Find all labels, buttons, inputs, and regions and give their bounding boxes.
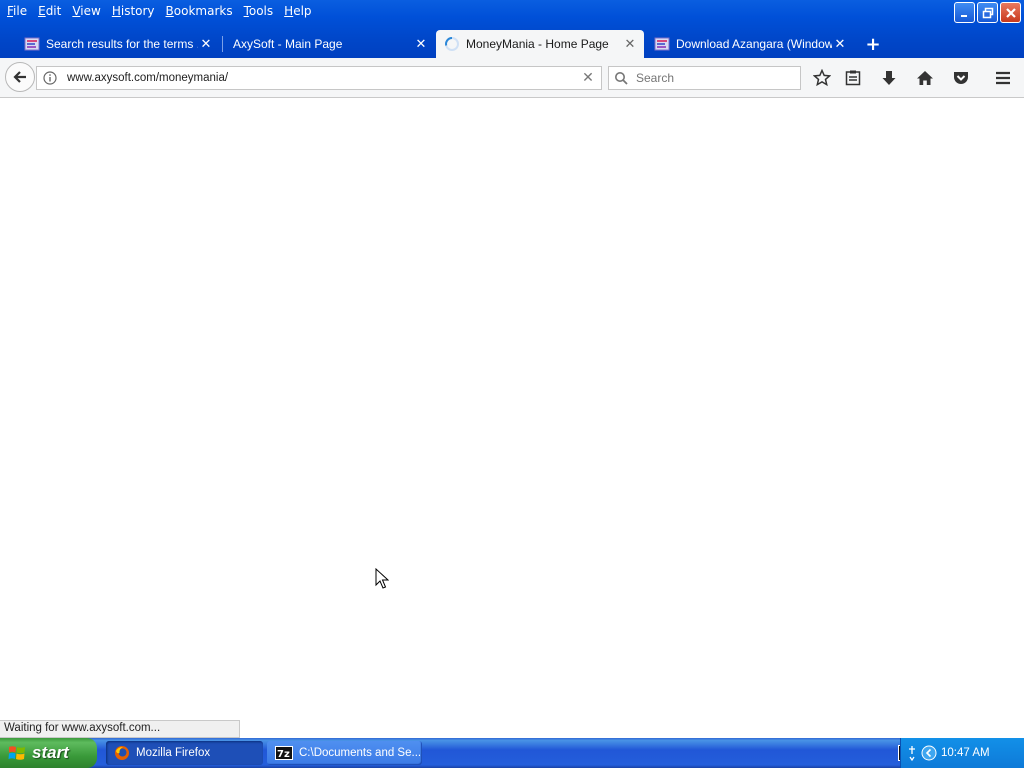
- pocket-icon: [954, 72, 968, 84]
- downloads-button[interactable]: [879, 68, 899, 88]
- clipboard-icon: [845, 70, 861, 86]
- tab-close-button[interactable]: ✕: [832, 37, 848, 52]
- taskbar: start Mozilla Firefox 7z C:\Documents an…: [0, 738, 1024, 768]
- star-icon: [813, 69, 831, 87]
- restore-icon: [982, 7, 993, 18]
- 7zip-icon: 7z: [275, 746, 293, 760]
- navigation-toolbar: www.axysoft.com/moneymania/ ✕: [0, 58, 1024, 98]
- taskbar-item-firefox[interactable]: Mozilla Firefox: [106, 741, 263, 765]
- window-controls: [954, 2, 1021, 23]
- back-button[interactable]: [5, 62, 35, 92]
- taskbar-item-7zip[interactable]: 7z C:\Documents and Se...: [267, 741, 422, 765]
- search-icon: [614, 71, 634, 85]
- svg-text:7z: 7z: [277, 749, 290, 760]
- info-icon[interactable]: [43, 71, 63, 85]
- system-tray: 10:47 AM: [900, 738, 1024, 768]
- close-icon: [1005, 7, 1016, 18]
- search-input[interactable]: [634, 70, 798, 86]
- show-hidden-icons-button[interactable]: [921, 745, 937, 761]
- menu-bookmarks[interactable]: Bookmarks: [163, 4, 241, 18]
- new-tab-button[interactable]: +: [862, 30, 884, 58]
- network-tray-icon[interactable]: [907, 745, 917, 761]
- hamburger-menu-icon: [996, 71, 1010, 85]
- stop-loading-icon[interactable]: ✕: [575, 70, 601, 86]
- site-icon: [24, 36, 40, 52]
- site-icon: [654, 36, 670, 52]
- start-button[interactable]: start: [0, 738, 97, 768]
- url-bar[interactable]: www.axysoft.com/moneymania/ ✕: [36, 66, 602, 90]
- start-label: start: [32, 743, 69, 762]
- menu-view[interactable]: View: [69, 4, 108, 18]
- minimize-icon: [960, 14, 967, 17]
- tab-strip: Search results for the terms ... ✕ AxySo…: [0, 30, 1024, 58]
- url-text[interactable]: www.axysoft.com/moneymania/: [63, 72, 575, 84]
- close-window-button[interactable]: [1000, 2, 1021, 23]
- menu-help[interactable]: Help: [281, 4, 319, 18]
- pocket-button[interactable]: [951, 68, 971, 88]
- tab-close-button[interactable]: ✕: [413, 37, 429, 52]
- tab-separator: [222, 36, 223, 52]
- status-bar: Waiting for www.axysoft.com...: [0, 720, 240, 738]
- download-arrow-icon: [882, 71, 896, 85]
- tab-close-button[interactable]: ✕: [198, 37, 214, 52]
- windows-logo-icon: [8, 746, 25, 760]
- menu-button[interactable]: [993, 68, 1013, 88]
- tab-close-button[interactable]: ✕: [622, 37, 638, 52]
- loading-spinner-icon: [444, 36, 460, 52]
- minimize-button[interactable]: [954, 2, 975, 23]
- reading-list-button[interactable]: [843, 68, 863, 88]
- tab-download-azangara[interactable]: Download Azangara (Window... ✕: [646, 30, 854, 58]
- menu-edit[interactable]: Edit: [35, 4, 69, 18]
- chevron-left-icon: [921, 745, 937, 761]
- menu-tools[interactable]: Tools: [241, 4, 282, 18]
- home-button[interactable]: [915, 68, 935, 88]
- firefox-icon: [114, 745, 130, 761]
- back-arrow-icon: [13, 71, 26, 83]
- home-icon: [917, 71, 933, 85]
- menu-file[interactable]: File: [4, 4, 35, 18]
- page-content[interactable]: [0, 98, 1024, 738]
- plus-icon: +: [865, 33, 881, 55]
- bookmark-star-button[interactable]: [812, 68, 832, 88]
- menu-bar: File Edit View History Bookmarks Tools H…: [0, 0, 320, 22]
- tab-moneymania-home[interactable]: MoneyMania - Home Page ✕: [436, 30, 644, 58]
- clock[interactable]: 10:47 AM: [941, 747, 990, 759]
- search-box[interactable]: [608, 66, 801, 90]
- tab-search-results[interactable]: Search results for the terms ... ✕: [16, 30, 220, 58]
- mouse-cursor-icon: [375, 567, 390, 594]
- menu-history[interactable]: History: [109, 4, 163, 18]
- restore-button[interactable]: [977, 2, 998, 23]
- window-titlebar: File Edit View History Bookmarks Tools H…: [0, 0, 1024, 58]
- tab-axysoft-main[interactable]: AxySoft - Main Page ✕: [225, 30, 435, 58]
